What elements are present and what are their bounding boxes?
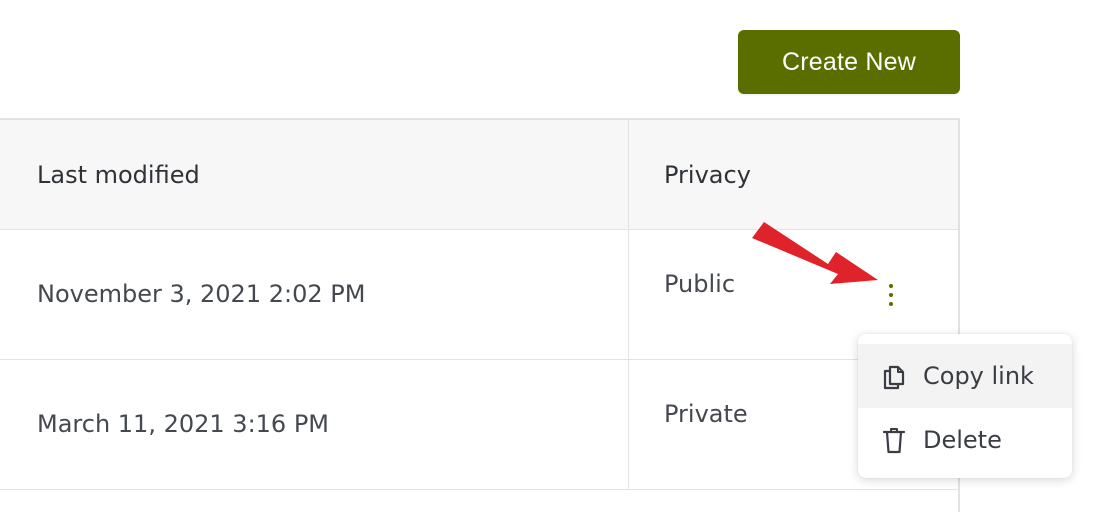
- more-options-icon[interactable]: [880, 282, 902, 308]
- table-header-row: Last modified Privacy: [0, 120, 958, 230]
- copy-icon: [880, 362, 908, 390]
- menu-item-delete[interactable]: Delete: [858, 408, 1072, 472]
- menu-item-label: Delete: [923, 426, 1002, 454]
- create-new-button[interactable]: Create New: [738, 30, 960, 94]
- column-header-last-modified[interactable]: Last modified: [37, 161, 200, 189]
- menu-item-label: Copy link: [923, 362, 1034, 390]
- privacy-cell: Public: [664, 270, 736, 298]
- kebab-dot: [889, 293, 893, 297]
- annotation-arrow-icon: [752, 222, 878, 284]
- kebab-dot: [889, 302, 893, 306]
- table-row[interactable]: March 11, 2021 3:16 PM Private: [0, 360, 958, 490]
- column-divider: [628, 120, 629, 490]
- trash-icon: [880, 426, 908, 454]
- row-actions-menu: Copy link Delete: [858, 334, 1072, 478]
- page: Create New Last modified Privacy Novembe…: [0, 0, 1102, 512]
- menu-item-copy-link[interactable]: Copy link: [858, 344, 1072, 408]
- items-table: Last modified Privacy November 3, 2021 2…: [0, 118, 960, 512]
- privacy-cell: Private: [664, 400, 748, 428]
- last-modified-cell: March 11, 2021 3:16 PM: [37, 410, 329, 438]
- column-header-privacy[interactable]: Privacy: [664, 161, 751, 189]
- last-modified-cell: November 3, 2021 2:02 PM: [37, 280, 366, 308]
- kebab-dot: [889, 284, 893, 288]
